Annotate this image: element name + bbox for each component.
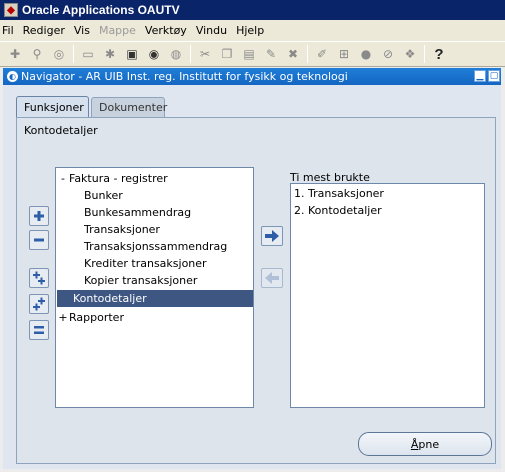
minus-icon <box>34 238 44 242</box>
tree-item-label: Faktura - registrer <box>69 172 168 185</box>
tree-expand-toggle[interactable]: + <box>57 311 69 324</box>
recent-item[interactable]: 2. Kontodetaljer <box>294 204 382 217</box>
print-icon[interactable]: ▣ <box>123 45 141 63</box>
tree-item-kopier-transaksjoner[interactable]: Kopier transaksjoner <box>57 272 253 289</box>
new-record-icon[interactable]: ✚ <box>6 45 24 63</box>
section-title: Kontodetaljer <box>24 124 98 137</box>
toolbar-divider <box>73 45 74 63</box>
next-step-icon[interactable]: ✱ <box>101 45 119 63</box>
attachments-icon[interactable]: ⊘ <box>379 45 397 63</box>
show-navigator-icon[interactable]: ◎ <box>50 45 68 63</box>
tree-item-label: Bunkesammendrag <box>84 206 192 219</box>
app-title: Oracle Applications OAUTV <box>22 3 180 17</box>
menu-hjelp[interactable]: Hjelp <box>236 24 264 37</box>
folder-tools-icon[interactable]: ◍ <box>167 45 185 63</box>
menu-fil[interactable]: Fil <box>2 24 14 37</box>
app-titlebar: ◆ Oracle Applications OAUTV <box>0 0 505 20</box>
open-button-label: pne <box>418 437 440 451</box>
close-form-icon[interactable]: ◉ <box>145 45 163 63</box>
toolbar-divider <box>307 45 308 63</box>
navigator-title: Navigator - AR UIB Inst. reg. Institutt … <box>21 70 348 83</box>
expand-branch-icon <box>33 271 45 285</box>
add-to-favorites-button[interactable] <box>261 226 283 246</box>
menu-vindu[interactable]: Vindu <box>196 24 227 37</box>
paste-icon[interactable]: ▤ <box>240 45 258 63</box>
functions-tree[interactable]: - Faktura - registrer Bunker Bunkesammen… <box>55 167 254 408</box>
edit-field-icon[interactable]: ✐ <box>313 45 331 63</box>
find-icon[interactable]: ⚲ <box>28 45 46 63</box>
tree-collapse-toggle[interactable]: - <box>57 172 69 185</box>
remove-from-favorites-button[interactable] <box>261 268 283 288</box>
recent-list[interactable]: 1. Transaksjoner 2. Kontodetaljer <box>290 183 485 408</box>
expand-button[interactable] <box>29 206 49 226</box>
translations-icon[interactable]: ● <box>357 45 375 63</box>
tree-item-kontodetaljer[interactable]: Kontodetaljer <box>57 290 253 307</box>
tab-funksjoner[interactable]: Funksjoner <box>16 96 89 117</box>
collapse-all-icon <box>34 326 44 334</box>
menu-rediger[interactable]: Rediger <box>23 24 65 37</box>
menubar: Fil Rediger Vis Mappe Verktøy Vindu Hjel… <box>0 20 505 41</box>
navigator-window-icon: ◐ <box>7 71 18 82</box>
minimize-icon[interactable]: ▁ <box>474 70 486 82</box>
recent-item[interactable]: 1. Transaksjoner <box>294 187 384 200</box>
tree-item-label: Transaksjonssammendrag <box>84 240 228 253</box>
zoom-icon[interactable]: ⊞ <box>335 45 353 63</box>
tree-item-bunker[interactable]: Bunker <box>57 187 253 204</box>
tab-dokumenter[interactable]: Dokumenter <box>91 97 168 117</box>
collapse-button[interactable] <box>29 230 49 250</box>
cut-icon[interactable]: ✂ <box>196 45 214 63</box>
tree-item-label: Kopier transaksjoner <box>84 274 198 287</box>
expand-all-button[interactable] <box>29 294 49 314</box>
open-button[interactable]: Åpne <box>358 432 492 456</box>
maximize-icon[interactable]: ▢ <box>488 70 500 82</box>
delete-record-icon[interactable]: ✖ <box>284 45 302 63</box>
navigator-titlebar: ◐ Navigator - AR UIB Inst. reg. Institut… <box>3 68 501 85</box>
menu-mappe[interactable]: Mappe <box>99 24 136 37</box>
clear-record-icon[interactable]: ✎ <box>262 45 280 63</box>
expand-branch-button[interactable] <box>29 268 49 288</box>
tree-item-faktura-registrer[interactable]: - Faktura - registrer <box>57 170 253 187</box>
tab-dokumenter-label: Dokumenter <box>99 101 168 114</box>
plus-icon <box>34 211 44 221</box>
tree-item-rapporter[interactable]: + Rapporter <box>57 309 253 326</box>
tree-item-transaksjonssammendrag[interactable]: Transaksjonssammendrag <box>57 238 253 255</box>
open-button-mnemonic: Å <box>410 437 419 451</box>
expand-all-icon <box>33 297 45 311</box>
collapse-all-button[interactable] <box>29 320 49 340</box>
toolbar-divider <box>190 45 191 63</box>
tree-item-krediter-transaksjoner[interactable]: Krediter transaksjoner <box>57 255 253 272</box>
tree-item-label: Krediter transaksjoner <box>84 257 207 270</box>
tree-item-label: Rapporter <box>69 311 124 324</box>
tree-item-transaksjoner[interactable]: Transaksjoner <box>57 221 253 238</box>
help-icon[interactable]: ? <box>430 45 448 63</box>
copy-icon[interactable]: ❐ <box>218 45 236 63</box>
menu-verktoy[interactable]: Verktøy <box>145 24 187 37</box>
tree-item-bunkesammendrag[interactable]: Bunkesammendrag <box>57 204 253 221</box>
save-icon[interactable]: ▭ <box>79 45 97 63</box>
tree-item-label: Bunker <box>84 189 123 202</box>
arrow-left-icon <box>265 272 279 284</box>
tab-funksjoner-label: Funksjoner <box>24 100 84 114</box>
menu-vis[interactable]: Vis <box>74 24 90 37</box>
folder-icon[interactable]: ❖ <box>401 45 419 63</box>
toolbar: ✚ ⚲ ◎ ▭ ✱ ▣ ◉ ◍ ✂ ❐ ▤ ✎ ✖ ✐ ⊞ ● ⊘ ❖ ? <box>0 41 505 67</box>
arrow-right-icon <box>265 230 279 242</box>
oracle-app-icon: ◆ <box>4 3 18 17</box>
tree-item-label: Kontodetaljer <box>73 292 147 305</box>
tree-item-label: Transaksjoner <box>84 223 160 236</box>
toolbar-divider <box>424 45 425 63</box>
